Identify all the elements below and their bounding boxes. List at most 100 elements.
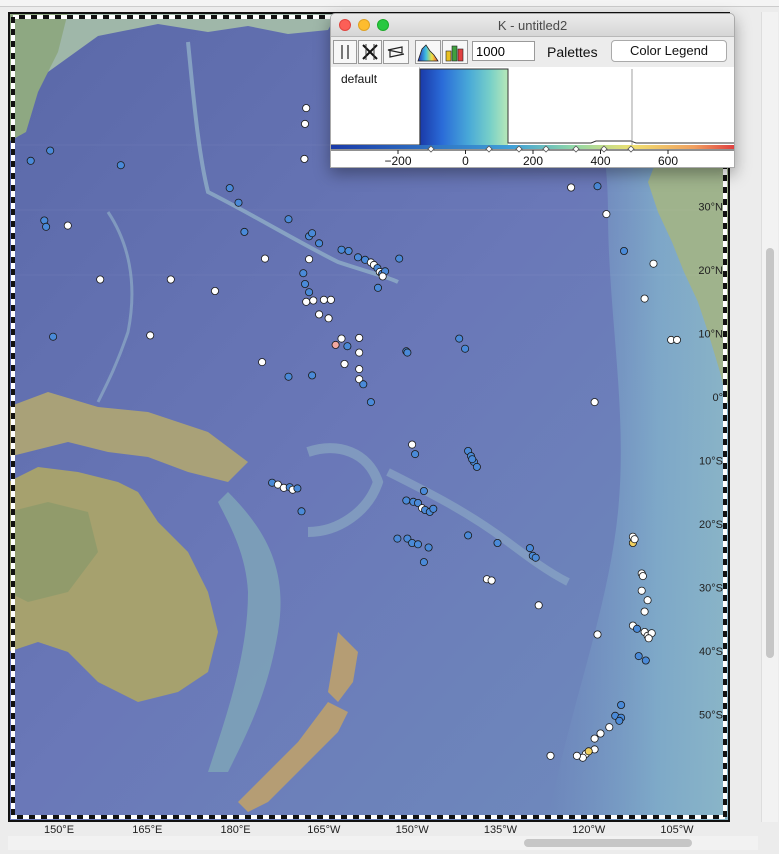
station-point[interactable]: [234, 198, 243, 207]
station-point[interactable]: [593, 182, 602, 191]
station-point[interactable]: [366, 398, 375, 407]
station-point[interactable]: [419, 486, 428, 495]
station-point[interactable]: [258, 358, 267, 367]
station-point[interactable]: [617, 701, 626, 710]
station-point[interactable]: [302, 297, 311, 306]
histogram-button[interactable]: [415, 40, 441, 64]
station-point[interactable]: [284, 372, 293, 381]
station-point[interactable]: [472, 462, 481, 471]
station-point[interactable]: [525, 544, 534, 553]
palette-range-field[interactable]: [472, 41, 535, 61]
station-point[interactable]: [319, 295, 328, 304]
station-point[interactable]: [305, 255, 314, 264]
station-point[interactable]: [300, 154, 309, 163]
station-point[interactable]: [402, 496, 411, 505]
station-point[interactable]: [640, 294, 649, 303]
station-point[interactable]: [260, 254, 269, 263]
station-point[interactable]: [413, 540, 422, 549]
station-point[interactable]: [634, 652, 643, 661]
station-point[interactable]: [46, 146, 55, 155]
station-point[interactable]: [146, 331, 155, 340]
station-point[interactable]: [302, 104, 311, 113]
station-point[interactable]: [305, 288, 314, 297]
station-point[interactable]: [429, 504, 438, 513]
station-point[interactable]: [116, 161, 125, 170]
station-point[interactable]: [96, 275, 105, 284]
station-point[interactable]: [464, 531, 473, 540]
station-point[interactable]: [461, 344, 470, 353]
station-point[interactable]: [353, 253, 362, 262]
station-point[interactable]: [240, 227, 249, 236]
station-point[interactable]: [602, 210, 611, 219]
station-point[interactable]: [584, 747, 593, 756]
station-point[interactable]: [315, 239, 324, 248]
station-point[interactable]: [373, 283, 382, 292]
station-point[interactable]: [293, 484, 302, 493]
station-point[interactable]: [403, 348, 412, 357]
station-point[interactable]: [643, 596, 652, 605]
station-point[interactable]: [297, 507, 306, 516]
station-point[interactable]: [210, 286, 219, 295]
station-point[interactable]: [355, 333, 364, 342]
station-point[interactable]: [324, 314, 333, 323]
station-point[interactable]: [596, 729, 605, 738]
horizontal-scroll-thumb[interactable]: [524, 839, 692, 847]
station-point[interactable]: [637, 586, 646, 595]
station-point[interactable]: [337, 245, 346, 254]
station-point[interactable]: [408, 440, 417, 449]
station-point[interactable]: [455, 334, 464, 343]
vertical-scroll-thumb[interactable]: [766, 248, 774, 658]
station-point[interactable]: [641, 656, 650, 665]
bar-chart-button[interactable]: [442, 40, 468, 64]
station-point[interactable]: [63, 221, 72, 230]
vertical-scrollbar[interactable]: [761, 12, 778, 822]
station-point[interactable]: [300, 119, 309, 128]
station-point[interactable]: [331, 340, 340, 349]
station-point[interactable]: [487, 576, 496, 585]
station-point[interactable]: [468, 455, 477, 464]
flip-button[interactable]: [383, 40, 409, 64]
station-point[interactable]: [395, 254, 404, 263]
station-point[interactable]: [355, 348, 364, 357]
station-point[interactable]: [593, 630, 602, 639]
station-point[interactable]: [359, 380, 368, 389]
station-point[interactable]: [640, 607, 649, 616]
station-point[interactable]: [355, 365, 364, 374]
color-legend-button[interactable]: Color Legend: [611, 40, 727, 62]
station-point[interactable]: [411, 450, 420, 459]
station-point[interactable]: [300, 279, 309, 288]
station-point[interactable]: [284, 215, 293, 224]
station-point[interactable]: [546, 751, 555, 760]
station-point[interactable]: [378, 272, 387, 281]
pause-bars-button[interactable]: [333, 40, 357, 64]
station-point[interactable]: [393, 534, 402, 543]
station-point[interactable]: [590, 734, 599, 743]
station-point[interactable]: [638, 572, 647, 581]
station-point[interactable]: [49, 332, 58, 341]
station-point[interactable]: [493, 539, 502, 548]
station-point[interactable]: [299, 269, 308, 278]
palette-window-titlebar[interactable]: K - untitled2: [331, 14, 734, 37]
station-point[interactable]: [308, 229, 317, 238]
station-point[interactable]: [308, 371, 317, 380]
station-point[interactable]: [644, 634, 653, 643]
station-point[interactable]: [424, 543, 433, 552]
station-point[interactable]: [166, 275, 175, 284]
station-point[interactable]: [340, 359, 349, 368]
station-point[interactable]: [419, 558, 428, 567]
cross-button[interactable]: [358, 40, 382, 64]
station-point[interactable]: [42, 222, 51, 231]
station-point[interactable]: [567, 183, 576, 192]
station-point[interactable]: [225, 184, 234, 193]
station-point[interactable]: [315, 310, 324, 319]
station-point[interactable]: [343, 342, 352, 351]
station-point[interactable]: [309, 296, 318, 305]
station-point[interactable]: [534, 601, 543, 610]
station-point[interactable]: [326, 295, 335, 304]
station-point[interactable]: [630, 535, 639, 544]
station-point[interactable]: [649, 259, 658, 268]
station-point[interactable]: [572, 751, 581, 760]
station-point[interactable]: [633, 624, 642, 633]
station-point[interactable]: [673, 335, 682, 344]
station-point[interactable]: [615, 716, 624, 725]
